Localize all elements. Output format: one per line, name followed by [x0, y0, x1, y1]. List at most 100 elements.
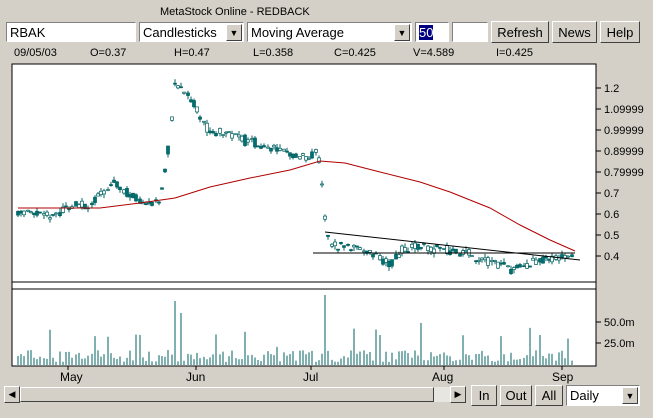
month-label: Jul [303, 370, 318, 384]
candle-body [403, 247, 407, 252]
candle-body [470, 255, 474, 257]
candle-body [304, 156, 308, 161]
candle-body [253, 137, 257, 148]
candle-body [525, 263, 529, 269]
candle-body [288, 152, 292, 157]
candle-body [499, 262, 503, 265]
candle-body [294, 153, 298, 158]
candle-body [26, 209, 30, 212]
extra-input[interactable] [452, 22, 488, 42]
candle-body [256, 145, 260, 148]
month-label: May [60, 370, 83, 384]
candle-body [102, 190, 106, 195]
scroll-right-button[interactable]: ▶ [450, 386, 466, 403]
candle-body [272, 144, 276, 148]
info-open: O=0.37 [90, 47, 127, 59]
news-button[interactable]: News [552, 21, 597, 43]
interval-select[interactable]: Daily ▼ [566, 385, 640, 406]
candle-body [58, 212, 62, 216]
candle-body [234, 133, 238, 136]
candle-body [128, 194, 132, 198]
candle-body [435, 244, 439, 247]
price-tick-label: 0.4 [604, 251, 619, 263]
price-tick-label: 0.79999 [604, 167, 644, 179]
scrollbar-thumb[interactable] [20, 387, 434, 402]
candle-body [458, 253, 462, 257]
candle-body [477, 260, 481, 262]
candle-body [429, 246, 433, 252]
candle-body [67, 208, 71, 210]
candle-body [170, 116, 174, 121]
candle-body [115, 181, 119, 188]
chevron-down-icon[interactable]: ▼ [394, 24, 410, 41]
candle-body [48, 217, 52, 220]
chart-type-select[interactable]: Candlesticks ▼ [139, 22, 244, 42]
candle-body [512, 267, 516, 270]
candle-body [570, 254, 574, 257]
candle-body [371, 254, 375, 258]
candle-body [160, 187, 164, 190]
candle-body [224, 131, 228, 134]
candle-body [410, 243, 414, 248]
candle-body [451, 248, 455, 251]
candle-body [96, 193, 100, 197]
indicator-select[interactable]: Moving Average ▼ [247, 22, 412, 42]
candle-body [387, 260, 391, 268]
candle-body [22, 210, 26, 216]
candle-body [298, 156, 302, 160]
candle-body [358, 247, 362, 250]
candle-body [400, 245, 404, 254]
candle-body [179, 86, 183, 89]
candle-body [144, 203, 148, 205]
zoom-out-button[interactable]: Out [500, 385, 532, 406]
candle-body [515, 264, 519, 269]
volume-tick-label: 50.0m [604, 317, 635, 329]
candle-body [214, 133, 218, 137]
horizontal-scrollbar-track[interactable] [20, 387, 450, 402]
price-tick-label: 1.2 [604, 83, 619, 95]
candle-body [528, 265, 532, 268]
candle-body [490, 260, 494, 262]
candle-body [166, 145, 170, 155]
candle-body [208, 130, 212, 134]
period-value: 50 [419, 25, 434, 40]
symbol-input[interactable]: RBAK [6, 22, 136, 42]
candle-body [221, 134, 225, 136]
help-button[interactable]: Help [600, 21, 640, 43]
candle-body [202, 120, 206, 123]
candle-body [173, 82, 177, 85]
candle-body [352, 244, 356, 248]
candle-body [339, 241, 343, 245]
candle-body [218, 128, 222, 134]
candle-body [278, 147, 282, 151]
candle-body [397, 254, 401, 258]
candle-body [227, 131, 231, 133]
candle-body [333, 241, 337, 247]
candle-body [442, 248, 446, 250]
info-date: 09/05/03 [14, 47, 57, 59]
candle-body [51, 214, 55, 216]
price-tick-label: 1.09999 [604, 104, 644, 116]
candle-body [112, 179, 116, 183]
refresh-button[interactable]: Refresh [491, 21, 549, 43]
candle-body [538, 258, 542, 263]
candle-body [416, 243, 420, 250]
candle-body [323, 215, 327, 220]
candle-body [80, 200, 84, 208]
chevron-down-icon[interactable]: ▼ [622, 387, 638, 404]
indicator-value: Moving Average [251, 25, 344, 40]
candle-body [291, 154, 295, 158]
show-all-button[interactable]: All [535, 385, 563, 406]
info-indicator: I=0.425 [496, 47, 534, 59]
zoom-in-button[interactable]: In [471, 385, 497, 406]
price-chart: 1.2 1.09999 0.99999 0.89999 0.79999 0.7 … [0, 60, 653, 385]
info-high: H=0.47 [174, 47, 210, 59]
candle-body [42, 213, 46, 216]
period-input[interactable]: 50 [415, 22, 449, 42]
candle-body [237, 134, 241, 138]
candle-body [266, 146, 270, 149]
scroll-left-button[interactable]: ◀ [4, 386, 20, 403]
candle-body [486, 257, 490, 266]
candle-body [390, 259, 394, 267]
chevron-down-icon[interactable]: ▼ [226, 24, 242, 41]
